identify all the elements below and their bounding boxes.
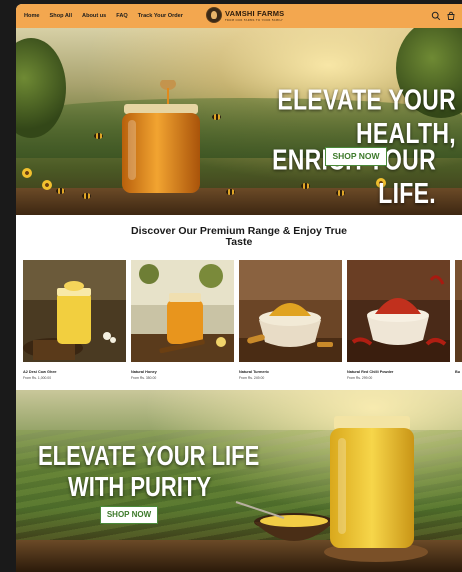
site-header: Home Shop All About us FAQ Track Your Or…	[16, 4, 462, 28]
nav-about-us[interactable]: About us	[82, 13, 106, 19]
ghee-jar-large-image	[324, 416, 428, 562]
header-icons	[431, 11, 456, 21]
honey-jar-image	[122, 80, 200, 193]
product-price: From Rs. 1,000.00	[23, 376, 52, 380]
nav-shop-all[interactable]: Shop All	[50, 13, 72, 19]
logo-tagline: FROM OUR FARMS TO YOUR FAMILY	[225, 17, 283, 22]
farmer-logo-icon	[206, 7, 222, 23]
hero2-headline-line2: WITH PURITY	[68, 471, 211, 503]
product-name: Bu	[455, 370, 461, 374]
search-icon[interactable]	[431, 11, 441, 21]
section-heading-line2: Taste	[225, 236, 253, 248]
main-nav: Home Shop All About us FAQ Track Your Or…	[16, 13, 183, 19]
product-card-ghee[interactable]: A2 Desi Cow Ghee From Rs. 1,000.00	[23, 260, 126, 380]
product-name: Natural Red Chilli Powder	[347, 370, 394, 374]
product-price: From Rs. 249.00	[239, 376, 265, 380]
product-card-partial[interactable]: Bu	[455, 260, 462, 380]
nav-home[interactable]: Home	[24, 13, 40, 19]
product-card-honey[interactable]: Natural Honey From Rs. 350.00	[131, 260, 234, 380]
product-price: From Rs. 350.00	[131, 376, 157, 380]
partial-product-image	[455, 260, 462, 362]
product-carousel: A2 Desi Cow Ghee From Rs. 1,000.00 Natur…	[23, 260, 462, 380]
product-card-chilli[interactable]: Natural Red Chilli Powder From Rs. 299.0…	[347, 260, 450, 380]
section-heading: Discover Our Premium Range & Enjoy True …	[16, 226, 462, 248]
honey-jar-product-image	[131, 260, 234, 362]
hero2-headline: ELEVATE YOUR LIFE WITH PURITY	[38, 440, 260, 502]
site-logo[interactable]: VAMSHI FARMS FROM OUR FARMS TO YOUR FAMI…	[206, 7, 284, 23]
product-price: From Rs. 299.00	[347, 376, 373, 380]
hero-banner-ghee: ELEVATE YOUR LIFE WITH PURITY SHOP NOW	[16, 390, 462, 572]
ghee-bowl-image	[235, 501, 334, 541]
shop-now-button-2[interactable]: SHOP NOW	[100, 506, 158, 524]
hero-banner-honey: ELEVATE YOUR HEALTH, ENRICH YOUR LIFE. S…	[16, 28, 462, 215]
hero-headline-line1: ELEVATE YOUR HEALTH,	[277, 83, 456, 150]
chilli-powder-bowl-image	[347, 260, 450, 362]
logo-name: VAMSHI FARMS	[225, 8, 285, 18]
logo-text: VAMSHI FARMS FROM OUR FARMS TO YOUR FAMI…	[225, 9, 284, 22]
bee-decoration	[94, 133, 103, 139]
product-name: Natural Turmeric	[239, 370, 270, 374]
nav-track-order[interactable]: Track Your Order	[138, 13, 183, 19]
turmeric-bowl-image	[239, 260, 342, 362]
cart-icon[interactable]	[446, 11, 456, 21]
hero-headline: ELEVATE YOUR HEALTH, ENRICH YOUR LIFE.	[226, 83, 462, 209]
hero2-headline-line1: ELEVATE YOUR LIFE	[38, 440, 260, 472]
ghee-jar-image	[23, 260, 126, 362]
nav-faq[interactable]: FAQ	[116, 13, 128, 19]
shop-now-button[interactable]: SHOP NOW	[325, 147, 387, 166]
bee-decoration	[82, 193, 91, 199]
sunflower-decoration	[22, 168, 32, 178]
browser-viewport: Home Shop All About us FAQ Track Your Or…	[16, 4, 462, 572]
sunflower-decoration	[42, 180, 52, 190]
bee-decoration	[56, 188, 65, 194]
product-name: A2 Desi Cow Ghee	[23, 370, 57, 374]
product-card-turmeric[interactable]: Natural Turmeric From Rs. 249.00	[239, 260, 342, 380]
bee-decoration	[212, 114, 221, 120]
product-name: Natural Honey	[131, 370, 157, 374]
